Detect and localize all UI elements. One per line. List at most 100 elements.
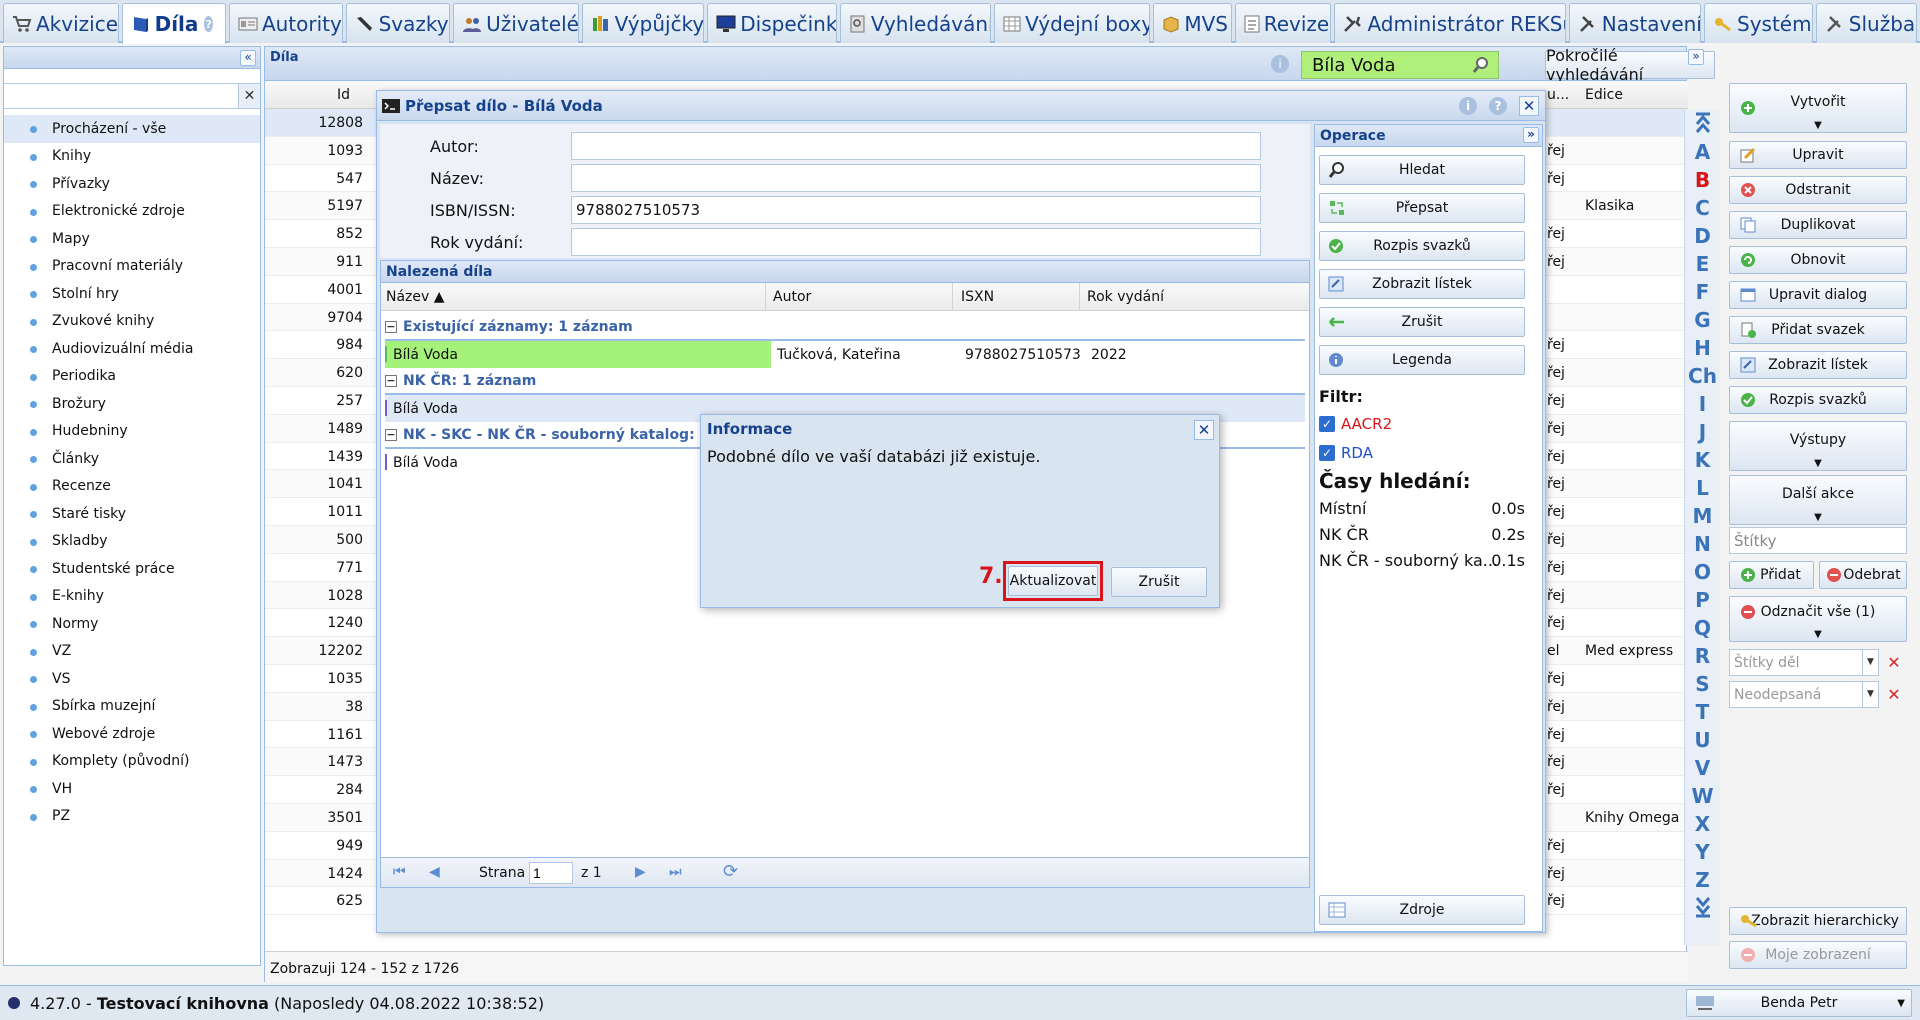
show-hierarchy-button[interactable]: Zobrazit hierarchicky: [1729, 907, 1907, 935]
clear-work-tags-icon[interactable]: ✕: [1885, 650, 1903, 675]
found-row-existing[interactable]: Bílá Voda Tučková, Kateřina 978802751057…: [385, 341, 1305, 368]
duplicate-button[interactable]: Duplikovat: [1729, 211, 1907, 239]
alpha-letter[interactable]: R: [1688, 642, 1717, 670]
tab-system[interactable]: Systém: [1704, 3, 1813, 43]
category-item[interactable]: Studentské práce: [4, 555, 260, 583]
tab-revize[interactable]: Revize: [1234, 3, 1332, 43]
refresh-button[interactable]: Obnovit: [1729, 246, 1907, 274]
category-item[interactable]: Mapy: [4, 225, 260, 253]
info-icon[interactable]: i: [1459, 97, 1477, 115]
tab-dila[interactable]: Díla?: [121, 3, 226, 44]
alpha-letter[interactable]: Z: [1688, 866, 1717, 894]
tab-svazky[interactable]: Svazky: [345, 3, 451, 43]
tab-sluzba[interactable]: Služba: [1815, 3, 1917, 43]
alpha-letter[interactable]: U: [1688, 726, 1717, 754]
category-item[interactable]: Recenze: [4, 473, 260, 501]
last-page-icon[interactable]: ⏭: [669, 864, 682, 880]
work-tags-select[interactable]: Štítky děl ▼: [1729, 649, 1879, 676]
add-volume-button[interactable]: Přidat svazek: [1729, 316, 1907, 344]
overwrite-button[interactable]: Přepsat: [1319, 193, 1525, 223]
legend-button[interactable]: Legenda: [1319, 345, 1525, 375]
help-icon[interactable]: ?: [204, 16, 213, 32]
category-item[interactable]: Sbírka muzejní: [4, 693, 260, 721]
alpha-letter[interactable]: N: [1688, 530, 1717, 558]
alpha-letter[interactable]: T: [1688, 698, 1717, 726]
alpha-last-button[interactable]: [1694, 894, 1712, 922]
isbn-input[interactable]: 9788027510573: [571, 196, 1261, 224]
alpha-letter[interactable]: W: [1688, 782, 1717, 810]
clear-unsigned-icon[interactable]: ✕: [1885, 682, 1903, 707]
category-item[interactable]: Stolní hry: [4, 280, 260, 308]
alpha-letter[interactable]: Ch: [1688, 362, 1717, 390]
column-edice[interactable]: Edice: [1585, 87, 1623, 103]
delete-button[interactable]: Odstranit: [1729, 176, 1907, 204]
chevron-down-icon[interactable]: ▼: [1862, 682, 1878, 707]
collapse-left-button[interactable]: «: [240, 50, 256, 66]
tab-nastaveni[interactable]: Nastavení: [1568, 3, 1701, 43]
category-item[interactable]: Procházení - vše: [4, 115, 260, 143]
title-input[interactable]: [571, 164, 1261, 192]
help-icon[interactable]: ?: [1489, 97, 1507, 115]
group-souborny-katalog[interactable]: − NK - SKC - NK ČR - souborný katalog: 1 …: [385, 427, 732, 443]
chevron-down-icon[interactable]: ▼: [1862, 650, 1878, 675]
alpha-first-button[interactable]: [1694, 110, 1712, 138]
alpha-letter[interactable]: G: [1688, 306, 1717, 334]
tab-administrator-reksu[interactable]: Administrátor REKSu: [1334, 3, 1566, 43]
info-icon[interactable]: i: [1271, 55, 1289, 73]
search-button[interactable]: Hledat: [1319, 155, 1525, 185]
volumes-list-button[interactable]: Rozpis svazků: [1729, 386, 1907, 414]
alpha-letter[interactable]: Q: [1688, 614, 1717, 642]
outputs-button[interactable]: Výstupy ▼: [1729, 421, 1907, 471]
author-input[interactable]: [571, 132, 1261, 160]
show-card-dialog-button[interactable]: Zobrazit lístek: [1319, 269, 1525, 299]
sources-button[interactable]: Zdroje: [1319, 895, 1525, 925]
user-menu-button[interactable]: Benda Petr ▼: [1686, 989, 1912, 1017]
category-item[interactable]: Komplety (původní): [4, 748, 260, 776]
category-item[interactable]: Elektronické zdroje: [4, 198, 260, 226]
tab-autority[interactable]: Autority: [228, 3, 343, 43]
category-item[interactable]: PZ: [4, 803, 260, 831]
column-id[interactable]: Id: [337, 87, 350, 103]
unsigned-select[interactable]: Neodepsaná ▼: [1729, 681, 1879, 708]
alpha-letter[interactable]: B: [1688, 166, 1717, 194]
category-item[interactable]: Skladby: [4, 528, 260, 556]
category-item[interactable]: Audiovizuální média: [4, 335, 260, 363]
tab-mvs[interactable]: MVS: [1153, 3, 1232, 43]
alpha-letter[interactable]: X: [1688, 810, 1717, 838]
tab-vypujcky[interactable]: Výpůjčky: [581, 3, 705, 43]
category-item[interactable]: Pracovní materiály: [4, 253, 260, 281]
alpha-letter[interactable]: A: [1688, 138, 1717, 166]
add-tag-button[interactable]: Přidat: [1729, 561, 1814, 589]
year-input[interactable]: [571, 228, 1261, 256]
category-item[interactable]: Články: [4, 445, 260, 473]
category-item[interactable]: VZ: [4, 638, 260, 666]
main-search-input[interactable]: Bíla Voda: [1301, 51, 1499, 79]
cancel-info-button[interactable]: Zrušit: [1111, 567, 1207, 597]
tab-dispecink[interactable]: Dispečink: [707, 3, 837, 43]
tab-akvizice[interactable]: Akvizice: [3, 3, 119, 43]
page-number-input[interactable]: [529, 862, 573, 884]
collapse-group-icon[interactable]: −: [385, 429, 397, 441]
collapse-ops-button[interactable]: »: [1523, 127, 1539, 143]
alpha-letter[interactable]: O: [1688, 558, 1717, 586]
category-item[interactable]: Hudebniny: [4, 418, 260, 446]
first-page-icon[interactable]: ⏮: [393, 864, 406, 880]
alpha-letter[interactable]: D: [1688, 222, 1717, 250]
next-page-icon[interactable]: ▶: [635, 864, 646, 880]
alpha-letter[interactable]: I: [1688, 390, 1717, 418]
update-button[interactable]: Aktualizovat: [1008, 566, 1098, 596]
category-item[interactable]: Brožury: [4, 390, 260, 418]
category-item[interactable]: Webové zdroje: [4, 720, 260, 748]
category-item[interactable]: Knihy: [4, 143, 260, 171]
search-icon[interactable]: [1472, 56, 1490, 74]
alpha-letter[interactable]: Y: [1688, 838, 1717, 866]
prev-page-icon[interactable]: ◀: [429, 864, 440, 880]
collapse-right-button[interactable]: »: [1688, 49, 1704, 65]
unmark-all-button[interactable]: Odznačit vše (1) ▼: [1729, 596, 1907, 642]
column-isxn[interactable]: ISXN: [961, 289, 994, 305]
category-item[interactable]: Staré tisky: [4, 500, 260, 528]
column-name[interactable]: Název ▲: [386, 289, 445, 305]
close-dialog-button[interactable]: ✕: [1519, 96, 1539, 116]
show-card-button[interactable]: Zobrazit lístek: [1729, 351, 1907, 379]
edit-dialog-button[interactable]: Upravit dialog: [1729, 281, 1907, 309]
